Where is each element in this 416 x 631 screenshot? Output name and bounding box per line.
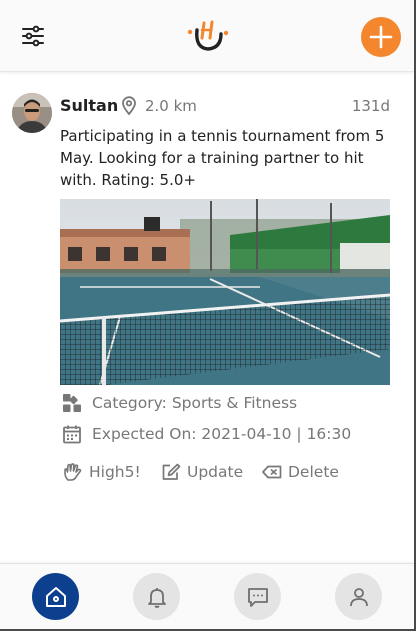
- add-post-button[interactable]: [361, 17, 401, 57]
- post-photo[interactable]: [60, 199, 390, 385]
- delete-button[interactable]: Delete: [262, 461, 339, 483]
- user-icon: [349, 587, 368, 606]
- backspace-icon: [262, 465, 282, 479]
- calendar-icon: [63, 425, 81, 444]
- app-logo: [186, 18, 230, 54]
- category-icon: [63, 394, 81, 412]
- update-button[interactable]: Update: [161, 461, 243, 483]
- location-pin-icon: [122, 96, 136, 116]
- nav-notifications[interactable]: [133, 573, 180, 620]
- high5-button[interactable]: High5!: [63, 461, 141, 483]
- nav-messages[interactable]: [234, 573, 281, 620]
- bottom-nav: [0, 563, 414, 629]
- chat-icon: [247, 587, 268, 607]
- high5-logo: [187, 20, 229, 51]
- home-icon: [45, 586, 66, 607]
- sliders-icon: [22, 25, 44, 47]
- delete-label: Delete: [288, 463, 339, 481]
- high5-label: High5!: [89, 463, 141, 481]
- author-name[interactable]: Sultan: [60, 96, 118, 115]
- tennis-court-image: [60, 199, 390, 385]
- nav-profile[interactable]: [335, 573, 382, 620]
- category-row: Category: Sports & Fitness: [62, 392, 297, 414]
- avatar[interactable]: [12, 93, 52, 133]
- app-frame: Sultan 2.0 km 131d Participating in a te…: [0, 0, 414, 629]
- category-label: Category: Sports & Fitness: [92, 394, 298, 412]
- nav-home[interactable]: [32, 573, 79, 620]
- plus-icon: [369, 25, 393, 49]
- avatar-image: [12, 93, 52, 133]
- top-bar: [0, 0, 414, 72]
- edit-icon: [162, 463, 181, 480]
- filter-button[interactable]: [21, 24, 45, 48]
- update-label: Update: [187, 463, 244, 481]
- post-age: 131d: [351, 97, 390, 115]
- post-text: Participating in a tennis tournament fro…: [60, 127, 385, 189]
- bell-icon: [147, 587, 166, 608]
- expected-row: Expected On: 2021-04-10 | 16:30: [62, 423, 351, 445]
- expected-label: Expected On: 2021-04-10 | 16:30: [92, 425, 352, 443]
- distance-label: 2.0 km: [145, 97, 197, 115]
- hand-icon: [64, 463, 82, 481]
